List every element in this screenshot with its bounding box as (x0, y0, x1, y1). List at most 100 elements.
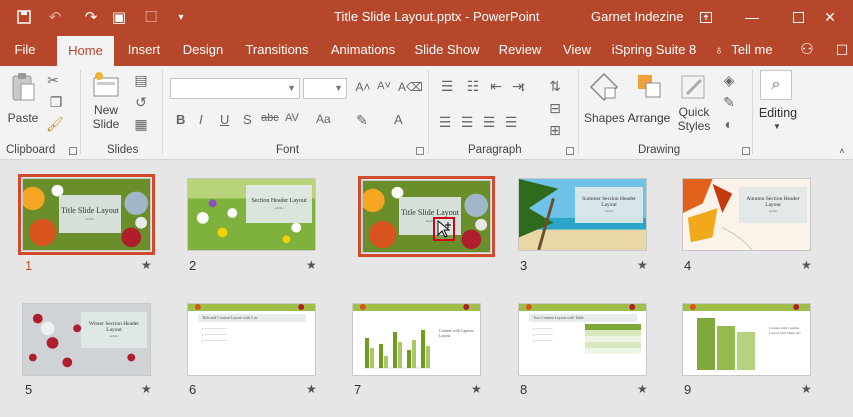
highlight-icon[interactable]: ✎ (352, 112, 372, 129)
slide-thumbnail-7[interactable]: Content with Caption Layout (352, 303, 481, 376)
section-icon[interactable]: ▦ (130, 116, 152, 133)
convert-smartart-icon[interactable]: ⊞ (544, 122, 566, 139)
bullets-icon[interactable]: ☰ (436, 78, 458, 95)
search-icon[interactable]: ⌕ (760, 70, 792, 100)
tab-animations[interactable]: Animations (327, 34, 399, 66)
tab-review[interactable]: Review (495, 34, 545, 66)
new-slide-button[interactable]: New Slide (86, 70, 126, 142)
arrange-button[interactable]: Arrange (626, 72, 672, 142)
slide-bullets-placeholder: • ───────── • ───────── • ───────── (202, 327, 227, 343)
copy-icon[interactable]: ❐ (46, 94, 66, 111)
paragraph-launcher-icon[interactable]: . (566, 147, 574, 155)
align-text-icon[interactable]: ⊟ (544, 100, 566, 117)
star-icon[interactable]: ★ (637, 382, 648, 396)
font-name-combo[interactable]: ▼ (170, 78, 300, 99)
decrease-font-icon[interactable]: A˅ (375, 80, 393, 92)
tab-design[interactable]: Design (177, 34, 229, 66)
align-left-icon[interactable]: ☰ (436, 114, 454, 131)
star-icon[interactable]: ★ (306, 258, 317, 272)
quick-styles-button[interactable]: Quick Styles (674, 72, 714, 144)
slide-title: Section Header Layout (251, 198, 307, 205)
font-launcher-icon[interactable]: . (416, 147, 424, 155)
align-right-icon[interactable]: ☰ (480, 114, 498, 131)
tab-slide-show[interactable]: Slide Show (412, 34, 482, 66)
line-spacing-icon[interactable]: ↕ (512, 78, 534, 94)
chevron-down-icon[interactable]: ▼ (772, 122, 782, 131)
slide-thumbnail-5[interactable]: Winter Section Header Layout subtitle (22, 303, 151, 376)
clipboard-launcher-icon[interactable]: . (69, 147, 77, 155)
star-icon[interactable]: ★ (471, 382, 482, 396)
star-icon[interactable]: ★ (637, 258, 648, 272)
font-size-combo[interactable]: ▼ (303, 78, 347, 99)
new-slide-label-line2: Slide (92, 117, 120, 131)
slideshow-from-start-icon[interactable]: ▣ (106, 0, 132, 34)
slide-thumbnail-4[interactable]: Autumn Section Header Layout subtitle (682, 178, 811, 251)
undo-icon[interactable]: ↶ (42, 0, 68, 34)
table-image (585, 324, 641, 354)
shape-fill-icon[interactable]: ◈ (718, 72, 740, 89)
star-icon[interactable]: ★ (801, 382, 812, 396)
slide-subtitle-placeholder: subtitle (109, 334, 119, 339)
user-name[interactable]: Garnet Indezine (591, 9, 684, 24)
underline-button[interactable]: U (220, 112, 229, 127)
slide-thumbnail-1[interactable]: Title Slide Layout subtitle (18, 174, 155, 255)
tab-view[interactable]: View (558, 34, 596, 66)
slide-thumbnail-8[interactable]: Two Content Layout with Table • ─────── •… (518, 303, 647, 376)
tab-transitions[interactable]: Transitions (241, 34, 313, 66)
increase-font-icon[interactable]: A˄ (354, 80, 372, 94)
shape-outline-icon[interactable]: ✎ (718, 94, 740, 111)
share-icon[interactable]: ⚇ (796, 34, 818, 66)
slide-thumbnail-dragging[interactable]: Title Slide Layout subtitle (358, 176, 495, 257)
cut-icon[interactable]: ✂ (46, 72, 60, 89)
tab-file[interactable]: File (4, 34, 46, 66)
slide-number: 7 (354, 382, 362, 397)
collapse-ribbon-icon[interactable]: ˄ (836, 146, 848, 156)
justify-icon[interactable]: ☰ (502, 114, 520, 131)
slide-thumbnail-3[interactable]: Summer Section Header Layout subtitle (518, 178, 647, 251)
star-icon[interactable]: ★ (306, 382, 317, 396)
slide-thumbnail-2[interactable]: Section Header Layout subtitle (187, 178, 316, 251)
slide-thumbnail-9[interactable]: Content with Caption Layout with Smart A… (682, 303, 811, 376)
format-painter-icon[interactable]: 🖌 (46, 116, 64, 133)
customize-qat-icon[interactable]: ▾ (168, 0, 194, 34)
tab-insert[interactable]: Insert (121, 34, 167, 66)
paste-button[interactable]: Paste (6, 72, 40, 142)
minimize-icon[interactable]: — (729, 0, 775, 34)
star-icon[interactable]: ★ (141, 382, 152, 396)
shapes-icon (589, 72, 619, 102)
shadow-button[interactable]: S (243, 112, 252, 127)
save-icon[interactable] (11, 0, 37, 34)
numbering-icon[interactable]: ☷ (462, 78, 484, 95)
decrease-indent-icon[interactable]: ⇤ (487, 78, 505, 95)
shape-effects-icon[interactable]: ◐ (718, 116, 740, 132)
change-case-button[interactable]: Aa (316, 112, 331, 126)
slide-title-box: Winter Section Header Layout subtitle (81, 312, 147, 348)
tab-ispring[interactable]: iSpring Suite 8 (609, 34, 699, 66)
align-center-icon[interactable]: ☰ (458, 114, 476, 131)
comments-icon[interactable]: ☐ (833, 34, 851, 66)
tab-home[interactable]: Home (57, 36, 114, 66)
character-spacing-button[interactable]: AV (285, 112, 299, 124)
redo-icon[interactable]: ↷ (78, 0, 104, 34)
bold-button[interactable]: B (176, 112, 185, 127)
touch-mode-icon[interactable]: ☐ (138, 0, 164, 34)
chevron-down-icon: ▼ (334, 83, 343, 93)
star-icon[interactable]: ★ (141, 258, 152, 272)
tell-me-box[interactable]: Tell me (730, 34, 774, 66)
ribbon-display-icon[interactable] (683, 0, 729, 34)
layout-icon[interactable]: ▤ (130, 72, 152, 89)
star-icon[interactable]: ★ (801, 258, 812, 272)
reset-icon[interactable]: ↺ (130, 94, 152, 111)
separator (752, 70, 753, 154)
slide-number: 8 (520, 382, 528, 397)
shapes-button[interactable]: Shapes (584, 72, 625, 142)
clear-formatting-icon[interactable]: A⌫ (398, 80, 423, 94)
strikethrough-button[interactable]: abc (261, 112, 279, 124)
italic-button[interactable]: I (199, 112, 203, 127)
slide-thumbnail-6[interactable]: Title and Content Layout with List • ───… (187, 303, 316, 376)
font-color-button[interactable]: A (394, 112, 403, 127)
drawing-launcher-icon[interactable]: . (742, 147, 750, 155)
close-icon[interactable]: ✕ (807, 0, 853, 34)
text-direction-icon[interactable]: ⇅ (544, 78, 566, 95)
editing-button[interactable]: Editing (757, 106, 799, 120)
